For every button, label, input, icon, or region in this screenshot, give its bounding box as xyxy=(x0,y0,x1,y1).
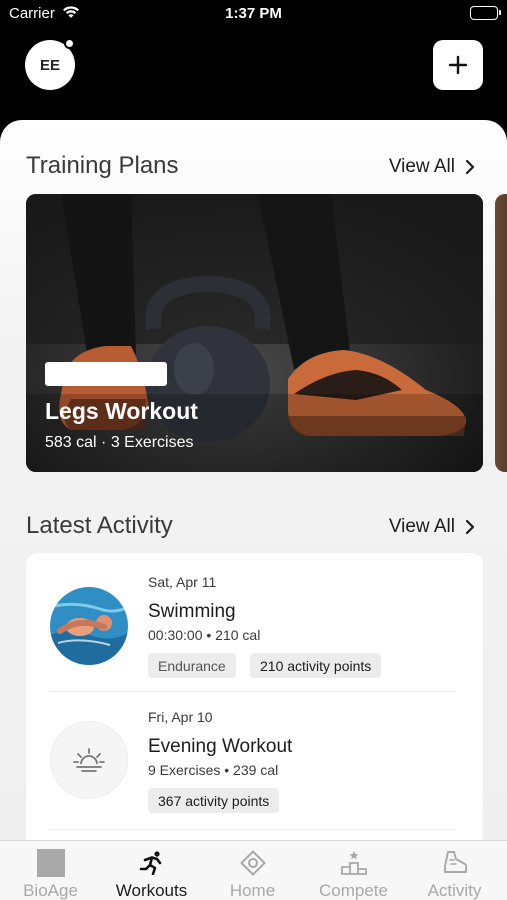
home-target-icon xyxy=(238,849,268,877)
tab-bioage[interactable]: BioAge xyxy=(0,841,101,900)
activity-meta: 9 Exercises • 239 cal xyxy=(148,762,279,778)
sunset-icon xyxy=(50,721,128,799)
training-plans-title: Training Plans xyxy=(26,152,179,179)
activity-chip: Endurance xyxy=(148,653,236,678)
chevron-right-icon xyxy=(465,519,475,535)
battery-icon xyxy=(470,6,501,20)
divider xyxy=(50,829,455,830)
tab-workouts[interactable]: Workouts xyxy=(101,841,202,900)
tab-activity[interactable]: Activity xyxy=(404,841,505,900)
activity-points-chip: 367 activity points xyxy=(148,788,280,813)
activity-date: Fri, Apr 10 xyxy=(148,709,213,725)
notification-dot xyxy=(64,38,75,49)
next-plan-card-peek[interactable] xyxy=(495,194,507,472)
add-button[interactable] xyxy=(433,40,483,90)
activity-item-evening-workout[interactable]: Fri, Apr 10 Evening Workout 9 Exercises … xyxy=(26,691,483,829)
tab-home[interactable]: Home xyxy=(202,841,303,900)
activity-name: Evening Workout xyxy=(148,736,293,757)
avatar-initials: EE xyxy=(39,56,60,74)
tab-bar: BioAge Workouts Home Compete Activity xyxy=(0,840,507,900)
swimmer-photo xyxy=(50,587,128,665)
tab-compete[interactable]: Compete xyxy=(303,841,404,900)
tab-label: Activity xyxy=(427,881,482,900)
plan-title: Legs Workout xyxy=(45,398,198,424)
activity-shoe-icon xyxy=(440,849,470,877)
tab-label: Workouts xyxy=(115,881,188,900)
plan-tag xyxy=(45,362,167,386)
view-all-label: View All xyxy=(388,516,455,537)
activity-points-chip: 210 activity points xyxy=(250,653,382,678)
activity-date: Sat, Apr 11 xyxy=(148,574,217,590)
tab-label: Home xyxy=(229,881,276,900)
latest-activity-title: Latest Activity xyxy=(26,512,173,539)
view-all-label: View All xyxy=(388,156,455,177)
podium-icon xyxy=(339,849,369,877)
activity-list-card: Sat, Apr 11 Swimming 00:30:00 • 210 cal … xyxy=(26,553,483,840)
kettlebell-photo xyxy=(26,194,483,472)
latest-activity-view-all[interactable]: View All xyxy=(389,516,475,538)
status-bar: Carrier 1:37 PM xyxy=(0,0,507,30)
activity-meta: 00:30:00 • 210 cal xyxy=(148,627,261,643)
bioage-icon xyxy=(36,849,66,877)
activity-item-swimming[interactable]: Sat, Apr 11 Swimming 00:30:00 • 210 cal … xyxy=(26,553,483,691)
running-figure-icon xyxy=(137,849,167,877)
training-plans-view-all[interactable]: View All xyxy=(389,156,475,178)
tab-label: Compete xyxy=(319,881,388,900)
plan-subtitle: 583 cal · 3 Exercises xyxy=(45,434,194,451)
activity-name: Swimming xyxy=(148,601,236,622)
tab-label: BioAge xyxy=(23,881,78,900)
chevron-right-icon xyxy=(465,159,475,175)
status-time: 1:37 PM xyxy=(225,5,282,22)
content-sheet[interactable]: Training Plans View All Legs Workout 583… xyxy=(0,120,507,840)
plus-icon xyxy=(448,55,468,75)
training-plan-card[interactable]: Legs Workout 583 cal · 3 Exercises xyxy=(26,194,483,472)
